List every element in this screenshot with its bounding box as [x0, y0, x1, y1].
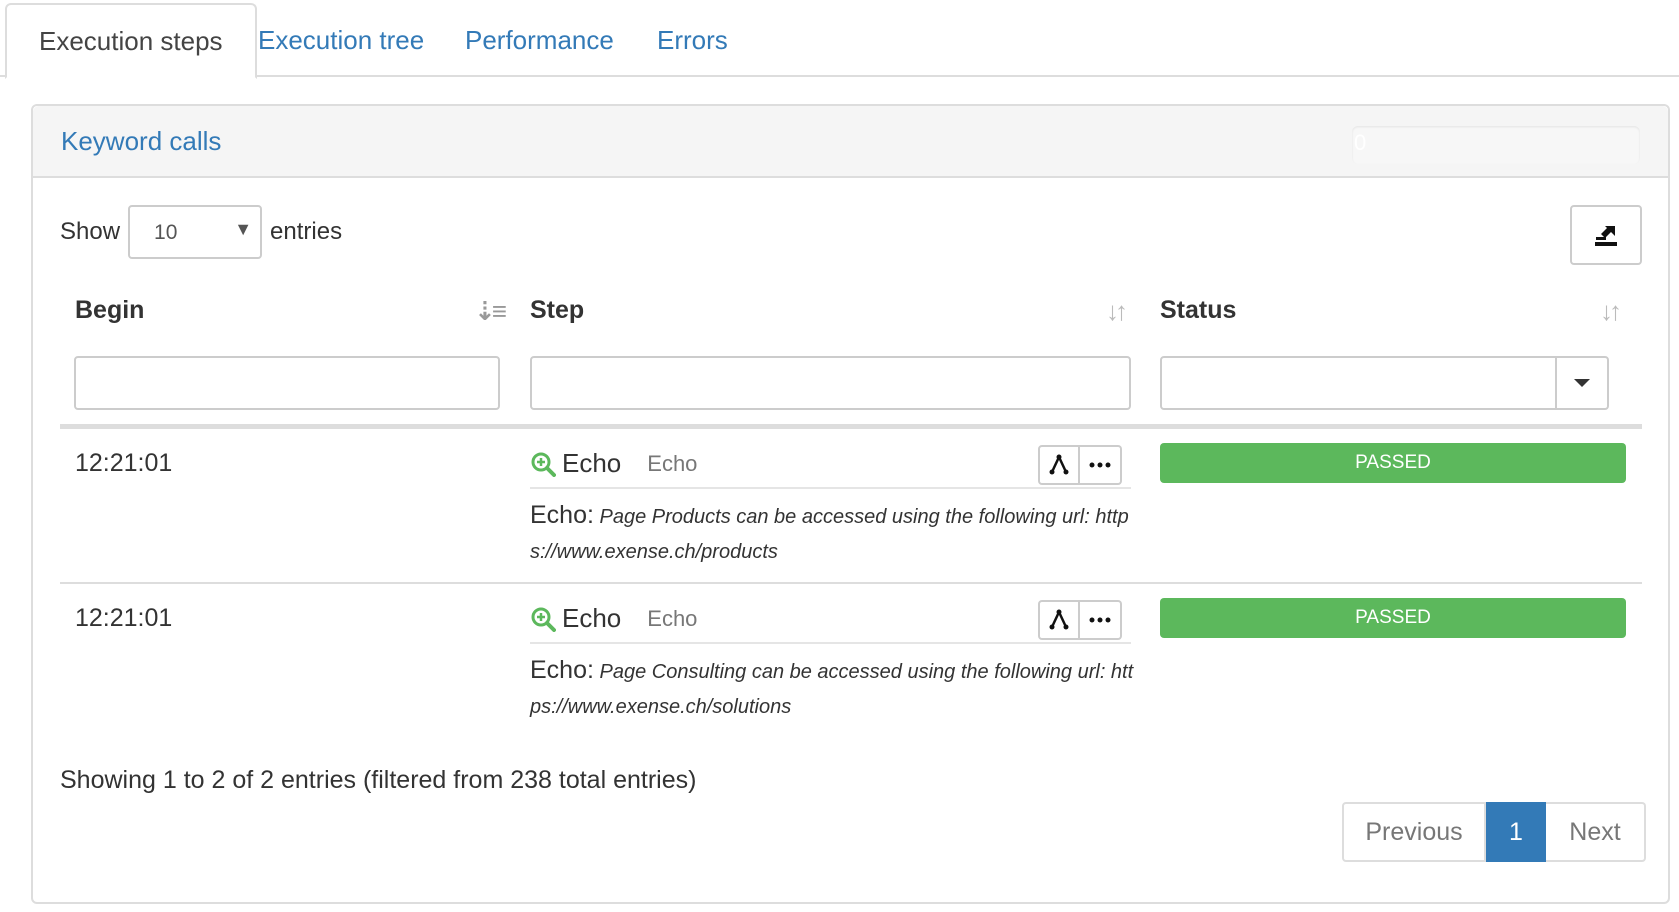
table-info: Showing 1 to 2 of 2 entries (filtered fr…	[60, 766, 697, 794]
tree-button[interactable]	[1038, 445, 1080, 485]
status-filter-toggle[interactable]	[1555, 358, 1607, 408]
step-name: Echo	[562, 448, 622, 478]
row-1-actions	[1038, 445, 1122, 485]
row-1-step-line: Echo Echo	[530, 448, 697, 479]
step-type: Echo	[647, 605, 698, 631]
step-filter-input[interactable]	[530, 356, 1131, 410]
tab-errors[interactable]: Errors	[625, 3, 760, 77]
sort-icon[interactable]: ↓↑	[1106, 296, 1128, 327]
progress-bar: 0	[1352, 126, 1640, 164]
entries-label: entries	[270, 218, 343, 245]
status-badge: PASSED	[1160, 443, 1626, 483]
page-1-button[interactable]: 1	[1486, 802, 1546, 862]
length-select-wrap: 10 ▼	[120, 205, 270, 259]
more-button[interactable]	[1080, 445, 1122, 485]
pagination: Previous 1 Next	[1342, 802, 1646, 862]
tab-bar: Execution steps Execution tree Performan…	[0, 0, 1679, 79]
panel-heading: Keyword calls 0	[33, 106, 1668, 178]
step-type: Echo	[647, 450, 698, 476]
tree-button[interactable]	[1038, 600, 1080, 640]
more-button[interactable]	[1080, 600, 1122, 640]
ellipsis-icon	[1089, 462, 1111, 468]
row-2-begin: 12:21:01	[75, 604, 173, 632]
row-2-actions	[1038, 600, 1122, 640]
column-header-step[interactable]: Step	[530, 296, 584, 325]
zoom-in-icon[interactable]	[530, 451, 556, 477]
row-1-sub-divider	[530, 487, 1131, 489]
show-label: Show	[60, 218, 121, 245]
header-divider	[60, 424, 1642, 429]
row-2-step-line: Echo Echo	[530, 603, 697, 634]
step-name: Echo	[562, 603, 622, 633]
begin-filter-input[interactable]	[74, 356, 500, 410]
export-icon	[1595, 226, 1617, 246]
row-2-sub-divider	[530, 642, 1131, 644]
desc-text: Page Consulting can be accessed using th…	[530, 661, 1134, 718]
sort-desc-icon[interactable]: ⇣≡	[474, 296, 507, 327]
tree-icon	[1049, 454, 1069, 475]
ellipsis-icon	[1089, 617, 1111, 623]
length-menu: Show 10 ▼ entries	[60, 205, 342, 259]
tab-execution-tree[interactable]: Execution tree	[226, 3, 456, 77]
panel-title[interactable]: Keyword calls	[61, 126, 221, 157]
status-badge: PASSED	[1160, 598, 1626, 638]
caret-down-icon	[1574, 379, 1590, 387]
row-2-description: Echo: Page Consulting can be accessed us…	[530, 653, 1135, 725]
sort-icon[interactable]: ↓↑	[1600, 296, 1622, 327]
tree-icon	[1049, 609, 1069, 630]
zoom-in-icon[interactable]	[530, 606, 556, 632]
row-1-begin: 12:21:01	[75, 449, 173, 477]
status-filter-select[interactable]	[1160, 356, 1609, 410]
desc-label: Echo:	[530, 501, 594, 529]
next-button[interactable]: Next	[1546, 802, 1646, 862]
desc-text: Page Products can be accessed using the …	[530, 506, 1129, 563]
column-header-begin[interactable]: Begin	[75, 296, 144, 325]
desc-label: Echo:	[530, 656, 594, 684]
column-header-status[interactable]: Status	[1160, 296, 1236, 325]
tab-execution-steps[interactable]: Execution steps	[5, 3, 257, 79]
export-button[interactable]	[1570, 205, 1642, 265]
page-length-select[interactable]: 10	[128, 205, 263, 259]
tab-performance[interactable]: Performance	[433, 3, 646, 77]
row-divider	[60, 582, 1642, 584]
row-1-description: Echo: Page Products can be accessed usin…	[530, 498, 1135, 570]
previous-button[interactable]: Previous	[1342, 802, 1486, 862]
